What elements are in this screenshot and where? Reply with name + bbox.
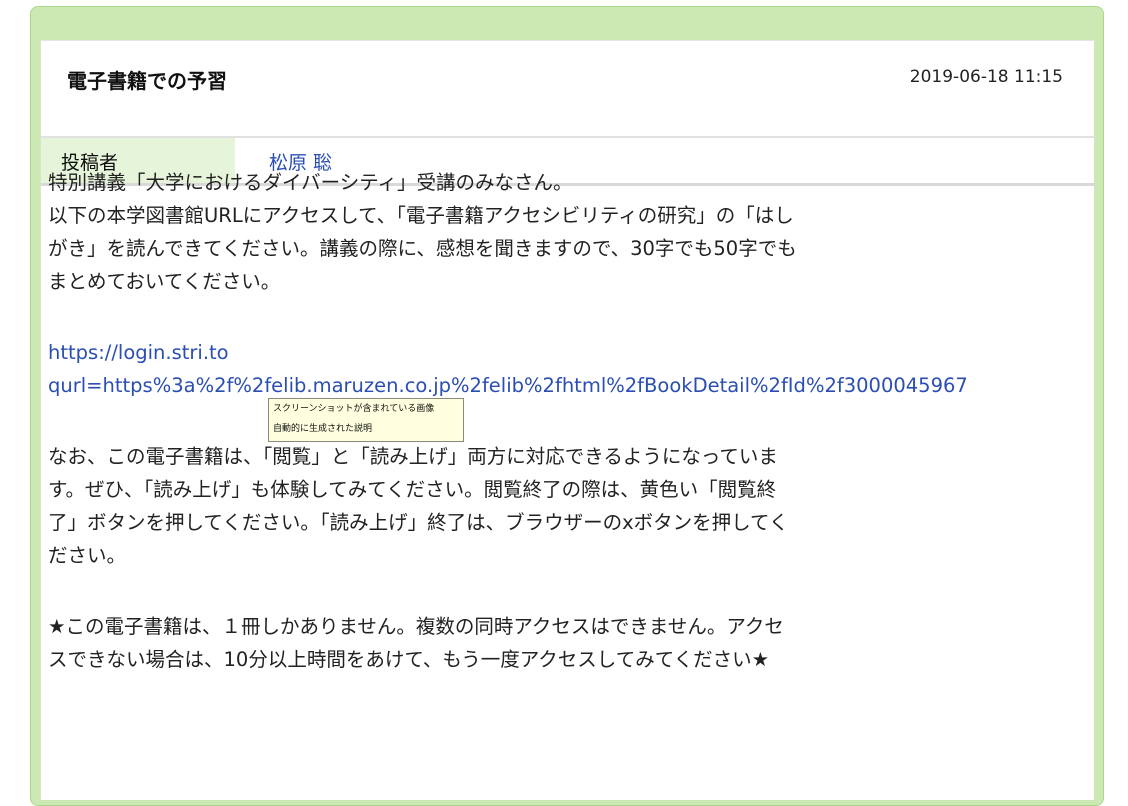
- image-alt-tooltip: スクリーンショットが含まれている画像 自動的に生成された説明: [268, 398, 464, 442]
- tooltip-line-2: 自動的に生成された説明: [273, 424, 373, 434]
- library-url-link[interactable]: https://login.stri.to qurl=https%3a%2f%2…: [48, 336, 1038, 402]
- post-header: 電子書籍での予習 2019-06-18 11:15: [41, 40, 1095, 138]
- tooltip-line-1: スクリーンショットが含まれている画像: [273, 404, 435, 414]
- body-paragraph-3: ★この電子書籍は、１冊しかありません。複数の同時アクセスはできません。アクセ ス…: [48, 615, 784, 671]
- post-body: 特別講義「大学におけるダイバーシティ」受講のみなさん。 以下の本学図書館URLに…: [48, 166, 1038, 714]
- body-paragraph-1: 特別講義「大学におけるダイバーシティ」受講のみなさん。 以下の本学図書館URLに…: [48, 171, 797, 293]
- body-paragraph-2: なお、この電子書籍は、「閲覧」と「読み上げ」両方に対応できるようになっていま す…: [48, 445, 789, 567]
- post-datetime: 2019-06-18 11:15: [909, 67, 1063, 87]
- post-title: 電子書籍での予習: [67, 69, 227, 93]
